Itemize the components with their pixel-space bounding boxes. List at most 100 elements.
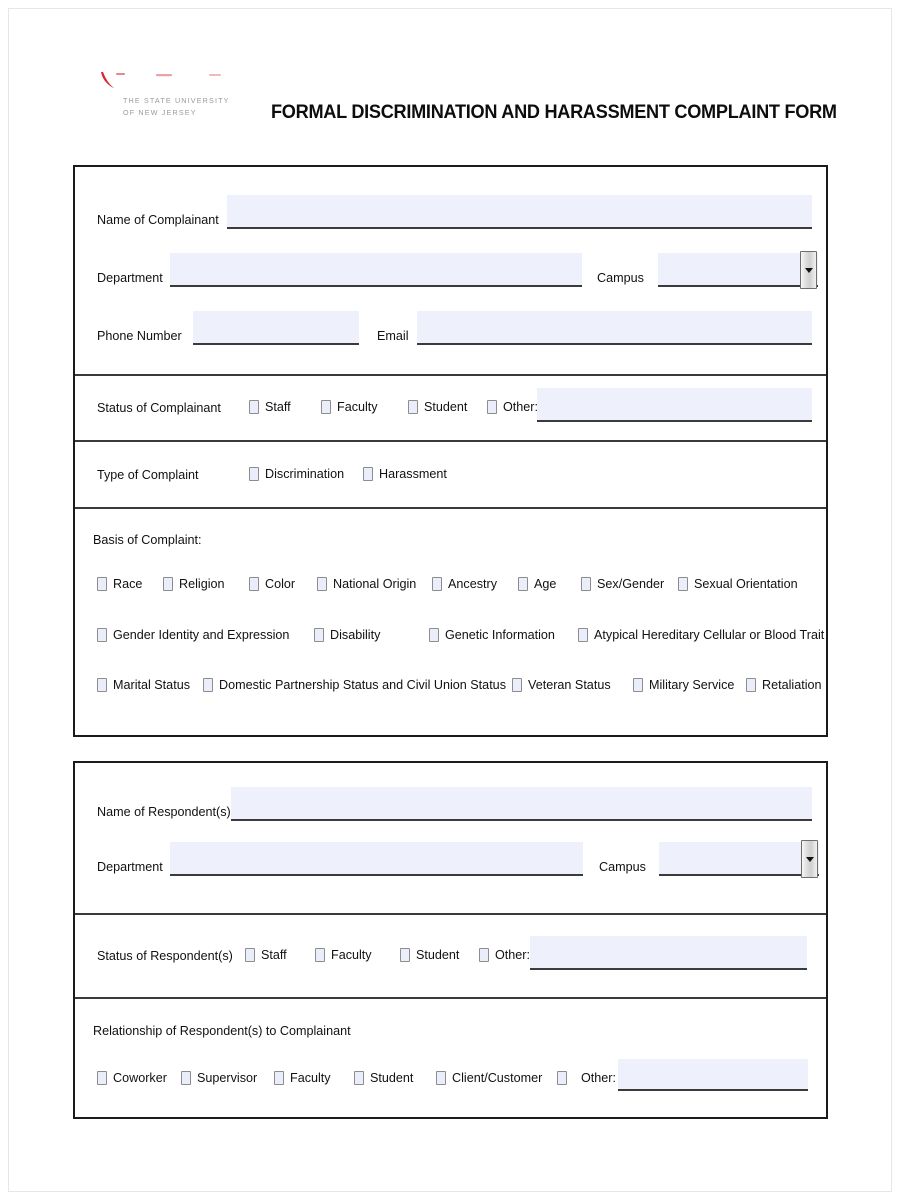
- checkbox-label: Retaliation: [762, 678, 822, 692]
- type-of-complaint-label: Type of Complaint: [97, 468, 199, 482]
- checkbox-basis-national-origin[interactable]: National Origin: [317, 577, 416, 591]
- name-of-respondent-input[interactable]: [231, 787, 812, 821]
- checkbox-icon: [746, 678, 756, 692]
- checkbox-basis-domestic-partnership-status-and-civil-union-status[interactable]: Domestic Partnership Status and Civil Un…: [203, 678, 506, 692]
- complainant-campus-select[interactable]: [658, 251, 818, 289]
- checkbox-respondent-status-student[interactable]: Student: [400, 948, 459, 962]
- checkbox-icon: [249, 400, 259, 414]
- chevron-down-icon: [804, 268, 813, 273]
- checkbox-icon: [97, 628, 107, 642]
- checkbox-basis-genetic-information[interactable]: Genetic Information: [429, 628, 555, 642]
- checkbox-label: Other:: [495, 948, 530, 962]
- name-of-complainant-input[interactable]: [227, 195, 812, 229]
- relationship-other-input[interactable]: [618, 1059, 808, 1091]
- checkbox-relationship-supervisor[interactable]: Supervisor: [181, 1071, 257, 1085]
- checkbox-icon: [678, 577, 688, 591]
- respondent-status-other-input[interactable]: [530, 936, 807, 970]
- checkbox-icon: [633, 678, 643, 692]
- checkbox-label: Sex/Gender: [597, 577, 665, 591]
- checkbox-icon: [429, 628, 439, 642]
- checkbox-basis-military-service[interactable]: Military Service: [633, 678, 734, 692]
- checkbox-icon: [314, 628, 324, 642]
- respondent-block: Name of Respondent(s) Department Campus …: [73, 761, 828, 1119]
- checkbox-complainant-status-student[interactable]: Student: [408, 400, 467, 414]
- checkbox-basis-race[interactable]: Race: [97, 577, 142, 591]
- checkbox-relationship-coworker[interactable]: Coworker: [97, 1071, 167, 1085]
- checkbox-icon: [317, 577, 327, 591]
- checkbox-complainant-status-faculty[interactable]: Faculty: [321, 400, 378, 414]
- checkbox-basis-color[interactable]: Color: [249, 577, 295, 591]
- checkbox-icon: [408, 400, 418, 414]
- checkbox-icon: [487, 400, 497, 414]
- checkbox-icon: [512, 678, 522, 692]
- checkbox-basis-age[interactable]: Age: [518, 577, 556, 591]
- respondent-campus-select[interactable]: [659, 840, 819, 878]
- checkbox-basis-gender-identity-and-expression[interactable]: Gender Identity and Expression: [97, 628, 289, 642]
- complainant-department-input[interactable]: [170, 253, 582, 287]
- checkbox-basis-ancestry[interactable]: Ancestry: [432, 577, 497, 591]
- complainant-contact-section: Name of Complainant Department Campus Ph…: [75, 167, 826, 374]
- basis-of-complaint-section: Basis of Complaint: Race Religion Color …: [75, 507, 826, 735]
- logo-subtitle: THE STATE UNIVERSITY OF NEW JERSEY: [123, 95, 247, 119]
- checkbox-label: Student: [416, 948, 460, 962]
- checkbox-basis-veteran-status[interactable]: Veteran Status: [512, 678, 611, 692]
- checkbox-label: Ancestry: [448, 577, 497, 591]
- complainant-phone-input[interactable]: [193, 311, 359, 345]
- checkbox-label: Genetic Information: [445, 628, 555, 642]
- complainant-email-input[interactable]: [417, 311, 812, 345]
- checkbox-basis-disability[interactable]: Disability: [314, 628, 380, 642]
- logo-subtitle-line2: OF NEW JERSEY: [123, 108, 197, 117]
- checkbox-label: Domestic Partnership Status and Civil Un…: [219, 678, 506, 692]
- checkbox-relationship-client-customer[interactable]: Client/Customer: [436, 1071, 542, 1085]
- checkbox-respondent-status-staff[interactable]: Staff: [245, 948, 287, 962]
- checkbox-respondent-status-other[interactable]: Other:: [479, 948, 530, 962]
- checkbox-relationship-other[interactable]: Other:: [557, 1071, 616, 1085]
- checkbox-label: Atypical Hereditary Cellular or Blood Tr…: [594, 628, 825, 642]
- checkbox-label: Disability: [330, 628, 381, 642]
- status-of-complainant-label: Status of Complainant: [97, 401, 221, 415]
- respondent-department-label: Department: [97, 860, 163, 874]
- checkbox-basis-marital-status[interactable]: Marital Status: [97, 678, 190, 692]
- checkbox-basis-sex-gender[interactable]: Sex/Gender: [581, 577, 664, 591]
- checkbox-icon: [400, 948, 410, 962]
- checkbox-type-discrimination[interactable]: Discrimination: [249, 467, 344, 481]
- checkbox-label: Sexual Orientation: [694, 577, 798, 591]
- checkbox-label: Other:: [503, 400, 538, 414]
- rutgers-wordmark-icon: [101, 72, 221, 88]
- checkbox-label: Faculty: [290, 1071, 331, 1085]
- checkbox-relationship-student[interactable]: Student: [354, 1071, 413, 1085]
- checkbox-respondent-status-faculty[interactable]: Faculty: [315, 948, 372, 962]
- status-of-respondent-label: Status of Respondent(s): [97, 949, 233, 963]
- checkbox-basis-retaliation[interactable]: Retaliation: [746, 678, 822, 692]
- checkbox-icon: [518, 577, 528, 591]
- relationship-label: Relationship of Respondent(s) to Complai…: [93, 1024, 351, 1038]
- basis-of-complaint-label: Basis of Complaint:: [93, 533, 202, 547]
- checkbox-complainant-status-staff[interactable]: Staff: [249, 400, 291, 414]
- page-title: FORMAL DISCRIMINATION AND HARASSMENT COM…: [271, 101, 837, 123]
- checkbox-icon: [436, 1071, 446, 1085]
- complainant-status-other-input[interactable]: [537, 388, 812, 422]
- checkbox-icon: [249, 467, 259, 481]
- name-of-respondent-label: Name of Respondent(s): [97, 805, 231, 819]
- checkbox-icon: [249, 577, 259, 591]
- checkbox-icon: [163, 577, 173, 591]
- checkbox-icon: [581, 577, 591, 591]
- respondent-department-input[interactable]: [170, 842, 583, 876]
- relationship-section: Relationship of Respondent(s) to Complai…: [75, 997, 826, 1117]
- checkbox-label: Client/Customer: [452, 1071, 543, 1085]
- complainant-campus-dropdown-button[interactable]: [800, 251, 817, 289]
- checkbox-basis-atypical-hereditary-cellular-or-blood-trait[interactable]: Atypical Hereditary Cellular or Blood Tr…: [578, 628, 824, 642]
- checkbox-icon: [181, 1071, 191, 1085]
- checkbox-type-harassment[interactable]: Harassment: [363, 467, 447, 481]
- checkbox-icon: [479, 948, 489, 962]
- respondent-campus-dropdown-button[interactable]: [801, 840, 818, 878]
- checkbox-relationship-faculty[interactable]: Faculty: [274, 1071, 331, 1085]
- checkbox-basis-sexual-orientation[interactable]: Sexual Orientation: [678, 577, 798, 591]
- checkbox-icon: [97, 1071, 107, 1085]
- checkbox-icon: [97, 678, 107, 692]
- complainant-campus-label: Campus: [597, 271, 644, 285]
- checkbox-complainant-status-other[interactable]: Other:: [487, 400, 538, 414]
- checkbox-label: Staff: [261, 948, 287, 962]
- complainant-department-label: Department: [97, 271, 163, 285]
- checkbox-basis-religion[interactable]: Religion: [163, 577, 225, 591]
